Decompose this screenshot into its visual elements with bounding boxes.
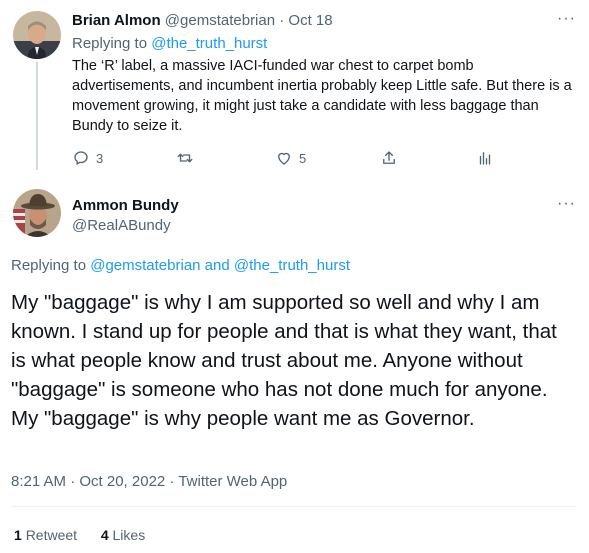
tweet1-separator: · <box>275 12 289 29</box>
retweet-button[interactable] <box>176 149 194 167</box>
reply-count: 3 <box>96 150 104 166</box>
like-button[interactable]: 5 <box>275 149 306 167</box>
like-icon <box>278 152 290 165</box>
tweet2-replying-label: Replying to <box>11 257 87 274</box>
tweet1-header: Brian Almon @gemstatebrian · Oct 18 <box>72 12 333 29</box>
reply-button[interactable]: 3 <box>72 149 103 167</box>
tweet1-replying-label: Replying to <box>72 35 148 52</box>
likes-count: 4 <box>100 527 109 543</box>
tweet2-display-name[interactable]: Ammon Bundy <box>72 197 179 215</box>
tweet1-actions: 3 5 <box>72 148 512 168</box>
tweet1-handle[interactable]: @gemstatebrian <box>165 12 275 29</box>
tweet1-text: The ‘R’ label, a massive IACI-funded war… <box>72 58 572 134</box>
tweet2-replying-and: and <box>200 257 234 274</box>
tweet2-more-icon[interactable]: ··· <box>557 195 576 213</box>
thread-connector-line <box>36 62 38 170</box>
analytics-button[interactable] <box>476 149 494 167</box>
like-count: 5 <box>299 150 307 166</box>
tweet1-date[interactable]: Oct 18 <box>288 12 332 29</box>
tweet2-replying-to-link-2[interactable]: @the_truth_hurst <box>234 257 350 274</box>
retweet-icon <box>177 153 193 163</box>
avatar-image <box>13 11 61 59</box>
reply-icon <box>74 151 88 166</box>
avatar-image <box>13 189 61 237</box>
divider <box>11 506 576 507</box>
tweet2-display-name-text: Ammon Bundy <box>72 197 179 214</box>
tweet1-replying: Replying to @the_truth_hurst <box>72 35 267 52</box>
analytics-icon <box>479 152 491 165</box>
avatar-brian-almon[interactable] <box>13 11 61 59</box>
tweet2-text: My "baggage" is why I am supported so we… <box>11 291 557 430</box>
likes-stat[interactable]: 4 Likes <box>101 527 145 543</box>
tweet2-timestamp[interactable]: 8:21 AM · Oct 20, 2022 · Twitter Web App <box>11 473 287 490</box>
tweet2-replying-to-link-1[interactable]: @gemstatebrian <box>90 257 200 274</box>
tweet1-display-name[interactable]: Brian Almon <box>72 12 161 29</box>
retweet-label: Retweet <box>25 527 78 543</box>
tweet1-replying-to-link[interactable]: @the_truth_hurst <box>151 35 267 52</box>
retweet-count: 1 <box>14 527 22 543</box>
tweet2-stats: 1 Retweet 4 Likes <box>14 527 145 543</box>
tweet2-handle[interactable]: @RealABundy <box>72 217 171 234</box>
share-button[interactable] <box>380 149 398 167</box>
avatar-ammon-bundy[interactable] <box>13 189 61 237</box>
tweet2-replying: Replying to @gemstatebrian and @the_trut… <box>11 257 350 274</box>
retweet-stat[interactable]: 1 Retweet <box>14 527 77 543</box>
share-icon <box>383 151 395 164</box>
likes-label: Likes <box>112 527 146 543</box>
tweet1-more-icon[interactable]: ··· <box>557 10 576 28</box>
